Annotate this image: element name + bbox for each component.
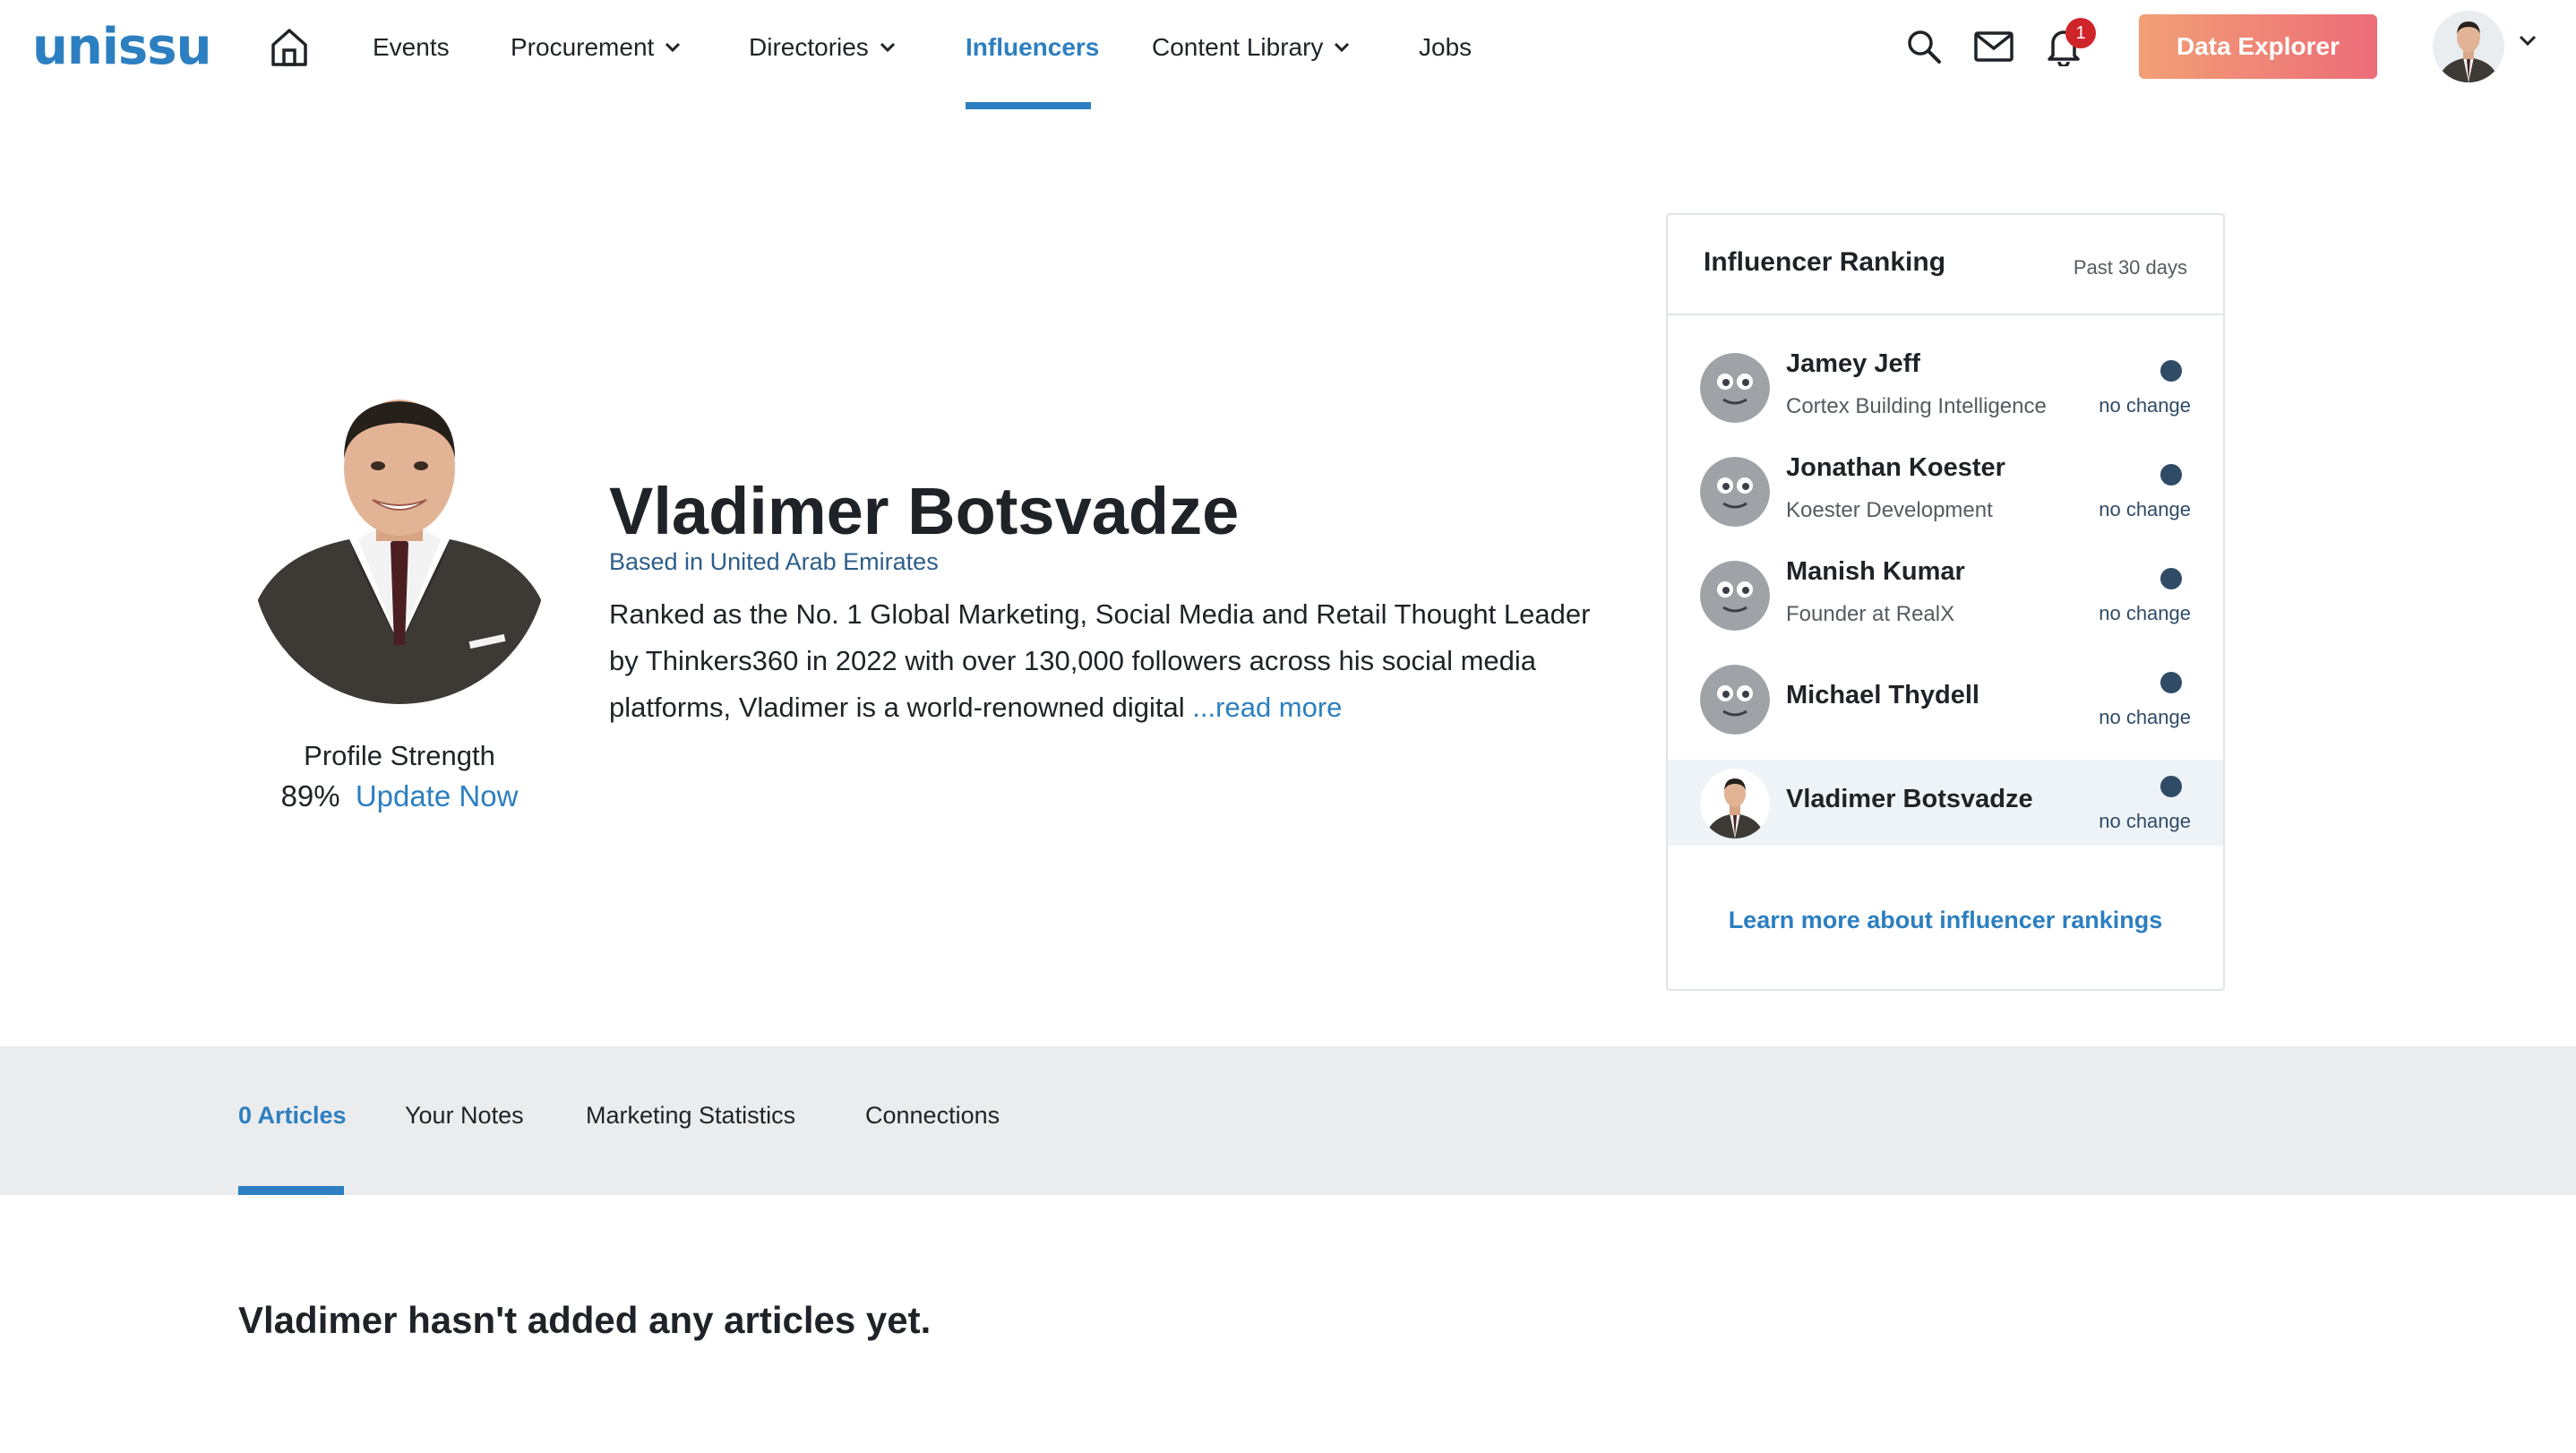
chevron-down-icon [880,42,896,53]
nav-events-label: Events [373,33,450,61]
avatar [1700,457,1770,527]
home-button[interactable] [267,23,312,72]
ranking-change: no change [2099,706,2191,728]
nav-jobs-label: Jobs [1419,33,1473,61]
nav-content-library-label: Content Library [1152,33,1324,61]
ranking-row[interactable]: Manish Kumar Founder at RealX no change [1668,552,2223,638]
nav-procurement[interactable]: Procurement [511,27,681,68]
tab-articles[interactable]: 0 Articles [238,1102,347,1130]
search-button[interactable] [1901,23,1947,70]
nav-jobs[interactable]: Jobs [1419,27,1472,68]
avatar [1700,665,1770,735]
ranking-name: Michael Thydell [1786,681,1979,709]
ranking-row-current-user[interactable]: Vladimer Botsvadze no change [1668,760,2223,846]
tab-connections[interactable]: Connections [865,1102,1000,1130]
nav-influencers[interactable]: Influencers [966,27,1099,68]
ranking-org: Founder at RealX [1786,602,1955,626]
profile-tabs: 0 Articles Your Notes Marketing Statisti… [0,1046,2576,1195]
ranking-row[interactable]: Michael Thydell no change [1668,656,2223,742]
ranking-period: Past 30 days [2073,256,2187,279]
active-tab-indicator [238,1186,344,1195]
avatar [1700,561,1770,631]
ranking-change: no change [2099,498,2191,520]
tab-your-notes[interactable]: Your Notes [405,1102,524,1130]
chevron-down-icon[interactable] [2519,34,2537,51]
ranking-status-dot [2160,776,2182,797]
nav-procurement-label: Procurement [511,33,655,61]
ranking-status-dot [2160,568,2182,589]
unissu-logo[interactable]: unissu [32,17,211,76]
top-navigation: unissu Events Procurement Directories In… [0,0,2576,109]
chevron-down-icon [665,42,681,53]
ranking-status-dot [2160,360,2182,382]
nav-directories-label: Directories [749,33,869,61]
tab-marketing-statistics[interactable]: Marketing Statistics [586,1102,795,1130]
empty-articles-message: Vladimer hasn't added any articles yet. [238,1299,932,1341]
ranking-name: Jonathan Koester [1786,453,2005,482]
learn-more-rankings-link[interactable]: Learn more about influencer rankings [1668,907,2223,934]
search-icon [1908,30,1941,64]
profile-strength: 89% Update Now [269,779,530,813]
profile-bio-text: Ranked as the No. 1 Global Marketing, So… [609,598,1591,723]
ranking-org: Cortex Building Intelligence [1786,394,2047,418]
avatar [1700,353,1770,423]
profile-strength-value: 89% [280,779,340,812]
messages-button[interactable] [1971,23,2017,70]
ranking-title: Influencer Ranking [1704,247,1946,277]
ranking-status-dot [2160,672,2182,693]
ranking-change: no change [2099,810,2191,832]
nav-directories[interactable]: Directories [749,27,896,68]
notification-count-badge: 1 [2065,18,2096,48]
avatar [1700,769,1770,838]
ranking-name: Jamey Jeff [1786,349,1920,378]
ranking-row[interactable]: Jonathan Koester Koester Development no … [1668,448,2223,534]
home-icon [271,29,307,66]
nav-content-library[interactable]: Content Library [1152,27,1350,68]
mail-icon [1974,31,2014,62]
ranking-name: Vladimer Botsvadze [1786,785,2033,813]
nav-events[interactable]: Events [373,27,450,68]
influencer-ranking-card: Influencer Ranking Past 30 days Jamey Je… [1666,213,2225,991]
profile-strength-label: Profile Strength [304,740,495,771]
chevron-down-icon [1334,42,1350,53]
ranking-status-dot [2160,464,2182,486]
data-explorer-button[interactable]: Data Explorer [2139,14,2377,79]
update-now-link[interactable]: Update Now [356,779,519,812]
ranking-name: Manish Kumar [1786,557,1965,586]
ranking-change: no change [2099,394,2191,417]
ranking-row[interactable]: Jamey Jeff Cortex Building Intelligence … [1668,344,2223,430]
profile-name: Vladimer Botsvadze [609,474,1240,548]
profile-photo [251,376,548,709]
active-nav-indicator [966,102,1091,109]
ranking-org: Koester Development [1786,498,1993,522]
read-more-link[interactable]: ...read more [1192,692,1342,723]
profile-location: Based in United Arab Emirates [609,548,939,575]
logo-text: unissu [32,17,211,76]
profile-bio: Ranked as the No. 1 Global Marketing, So… [609,591,1612,731]
nav-influencers-label: Influencers [966,33,1100,61]
user-avatar[interactable] [2433,11,2504,82]
ranking-change: no change [2099,602,2191,624]
ranking-header: Influencer Ranking Past 30 days [1668,215,2223,315]
